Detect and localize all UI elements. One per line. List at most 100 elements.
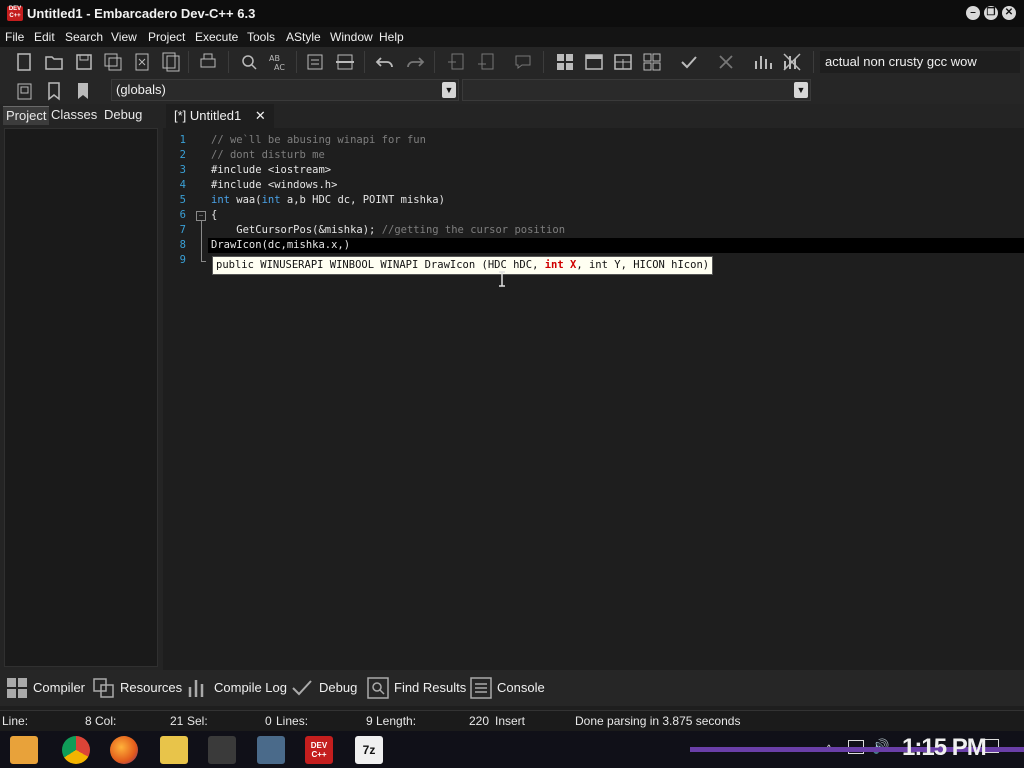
- menu-tools[interactable]: Tools: [247, 30, 275, 44]
- status-length-label: Length:: [376, 714, 417, 728]
- svg-text:AC: AC: [274, 63, 285, 72]
- compile-log-icon: [188, 680, 204, 697]
- menu-file[interactable]: File: [5, 30, 24, 44]
- firefox-icon[interactable]: [110, 736, 138, 764]
- menu-execute[interactable]: Execute: [195, 30, 238, 44]
- line-number: 8: [179, 239, 186, 251]
- chevron-down-icon[interactable]: ▼: [794, 82, 808, 98]
- status-lines-label: Lines:: [276, 714, 309, 728]
- fold-collapse-icon[interactable]: −: [196, 211, 206, 221]
- indent-icon[interactable]: [303, 50, 327, 74]
- close-file-icon[interactable]: [130, 50, 154, 74]
- tab-project[interactable]: Project: [3, 106, 50, 125]
- replace-icon[interactable]: AB AC: [266, 50, 290, 74]
- tab-debug[interactable]: Debug: [101, 106, 145, 124]
- close-all-icon[interactable]: [159, 50, 183, 74]
- menu-astyle[interactable]: AStyle: [286, 30, 321, 44]
- tooltip-suffix: , int Y, HICON hIcon): [576, 259, 710, 271]
- status-insert-mode: Insert: [495, 714, 526, 728]
- compiler-set-select[interactable]: actual non crusty gcc wow: [820, 51, 1020, 73]
- network-app-icon[interactable]: [257, 736, 285, 764]
- profile-icon[interactable]: [751, 50, 775, 74]
- close-button[interactable]: ✕: [1002, 6, 1016, 20]
- code-line-5: int waa(int a,b HDC dc, POINT mishka): [211, 194, 445, 206]
- delete-class-icon[interactable]: [475, 50, 499, 74]
- tab-console-label: Console: [497, 680, 545, 695]
- text-cursor-icon: [498, 271, 505, 287]
- tab-resources-label: Resources: [120, 680, 183, 695]
- line-number: 4: [179, 179, 186, 191]
- line-number: 6: [179, 209, 186, 221]
- fold-line: [201, 221, 202, 261]
- tooltip-current-param: int X: [544, 259, 577, 271]
- main-toolbar: AB AC actual non crusty gcc wow: [0, 47, 1024, 77]
- compiler-grid-icon: [7, 678, 27, 698]
- redo-icon[interactable]: [403, 50, 427, 74]
- menu-project[interactable]: Project: [148, 30, 185, 44]
- devcpp-icon[interactable]: DEV C++: [305, 736, 333, 764]
- menu-bar: File Edit Search View Project Execute To…: [0, 27, 1024, 47]
- function-combo[interactable]: ▼: [462, 79, 811, 101]
- keyword: int: [211, 194, 230, 206]
- open-folder-icon[interactable]: [42, 50, 66, 74]
- project-tree[interactable]: [4, 128, 158, 667]
- editor-tab-untitled1[interactable]: [*] Untitled1 ✕: [166, 104, 274, 128]
- rebuild-icon[interactable]: [640, 50, 664, 74]
- scope-combo-value: (globals): [116, 82, 166, 97]
- 7zip-icon[interactable]: 7z: [355, 736, 383, 764]
- menu-window[interactable]: Window: [330, 30, 373, 44]
- chrome-icon[interactable]: [62, 736, 90, 764]
- code-text: a,b HDC dc, POINT mishka): [280, 194, 445, 206]
- start-icon[interactable]: [10, 736, 38, 764]
- print-icon[interactable]: [196, 50, 220, 74]
- unindent-icon[interactable]: [333, 50, 357, 74]
- code-line-2: // dont disturb me: [211, 149, 325, 161]
- close-tab-icon[interactable]: ✕: [255, 108, 266, 123]
- line-number: 7: [179, 224, 186, 236]
- chevron-down-icon[interactable]: ▼: [442, 82, 456, 98]
- stop-execution-icon[interactable]: [714, 50, 738, 74]
- scope-combo[interactable]: (globals) ▼: [111, 79, 459, 101]
- save-icon[interactable]: [72, 50, 96, 74]
- delete-profile-icon[interactable]: [780, 50, 804, 74]
- undo-icon[interactable]: [373, 50, 397, 74]
- syntax-check-icon[interactable]: [677, 50, 701, 74]
- left-panel: Project Classes Debug: [0, 104, 163, 670]
- status-lines-value: 9: [366, 714, 373, 728]
- audio-app-icon[interactable]: [208, 736, 236, 764]
- status-line-value: 8: [85, 714, 92, 728]
- run-icon[interactable]: [582, 50, 606, 74]
- code-line-6: {: [211, 209, 218, 221]
- line-number: 2: [179, 149, 186, 161]
- find-icon[interactable]: [237, 50, 261, 74]
- fold-end: [201, 261, 206, 262]
- bookmark-icon[interactable]: [42, 79, 66, 103]
- menu-search[interactable]: Search: [65, 30, 103, 44]
- compile-icon[interactable]: [553, 50, 577, 74]
- compile-run-icon[interactable]: [611, 50, 635, 74]
- code-line-3: #include <iostream>: [211, 164, 332, 176]
- file-explorer-icon[interactable]: [160, 736, 188, 764]
- window-title: Untitled1 - Embarcadero Dev-C++ 6.3: [27, 6, 256, 21]
- new-file-icon[interactable]: [12, 50, 36, 74]
- restore-button[interactable]: ❐: [984, 6, 998, 20]
- menu-view[interactable]: View: [111, 30, 137, 44]
- toggle-bookmark-icon[interactable]: [71, 79, 95, 103]
- status-bar: Line: 8 Col: 21 Sel: 0 Lines: 9 Length: …: [0, 710, 1024, 731]
- tab-debug-output-label: Debug: [319, 680, 358, 695]
- line-number: 1: [179, 134, 186, 146]
- title-bar: DEV C++ Untitled1 - Embarcadero Dev-C++ …: [0, 0, 1024, 27]
- status-col-label: Col:: [95, 714, 117, 728]
- taskbar-clock[interactable]: 1:15 PM: [902, 734, 987, 762]
- goto-icon[interactable]: [12, 79, 36, 103]
- code-comment: //getting the cursor position: [381, 224, 566, 236]
- tab-classes[interactable]: Classes: [48, 106, 100, 124]
- new-class-icon[interactable]: [445, 50, 469, 74]
- comment-icon[interactable]: [511, 50, 535, 74]
- save-all-icon[interactable]: [101, 50, 125, 74]
- minimize-button[interactable]: –: [966, 6, 980, 20]
- line-number: 9: [179, 254, 186, 266]
- menu-help[interactable]: Help: [379, 30, 404, 44]
- code-editor[interactable]: 1 2 3 4 5 6 7 8 9 − // we`ll be abusing …: [163, 128, 1024, 670]
- menu-edit[interactable]: Edit: [34, 30, 55, 44]
